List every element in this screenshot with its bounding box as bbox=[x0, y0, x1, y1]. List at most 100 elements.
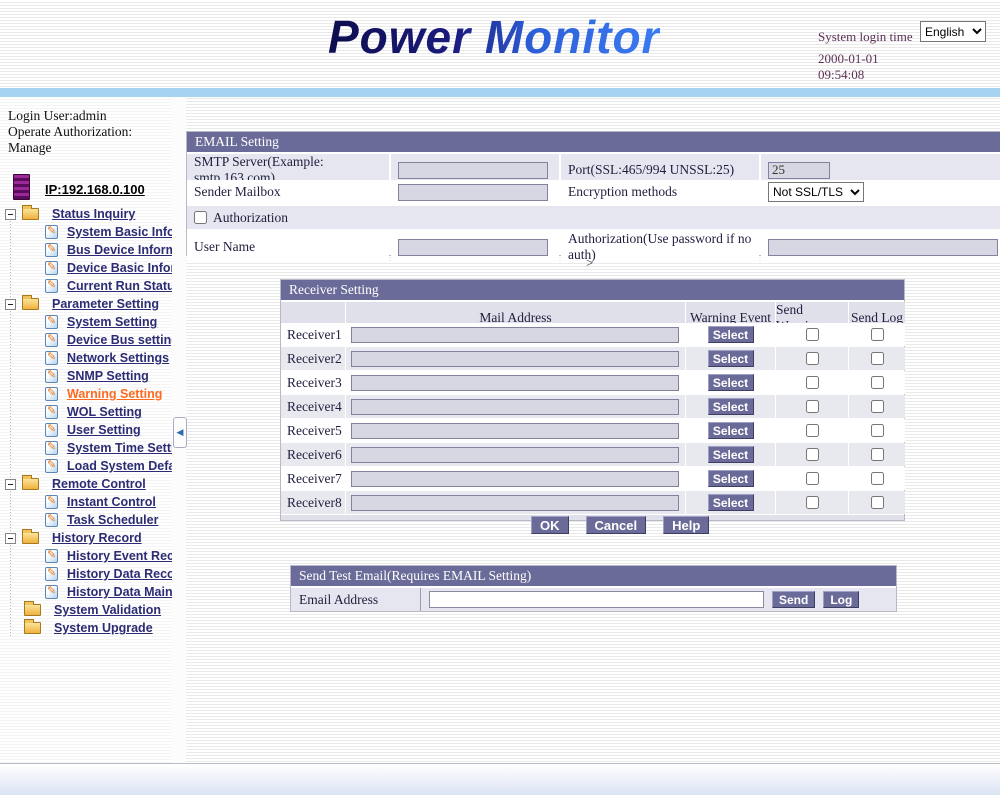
send-button[interactable]: Send bbox=[772, 591, 815, 608]
receiver-3-send-log-checkbox[interactable] bbox=[871, 376, 884, 389]
smtp-server-input[interactable] bbox=[398, 162, 548, 179]
receiver-3-select-button[interactable]: Select bbox=[708, 374, 754, 391]
sidebar-item-current-run-status: Current Run Status bbox=[0, 277, 172, 295]
edit-page-icon bbox=[45, 585, 58, 599]
encryption-select[interactable]: Not SSL/TLS bbox=[768, 182, 864, 202]
operate-authorization-text: Operate Authorization: bbox=[8, 124, 132, 140]
edit-page-icon bbox=[45, 225, 58, 239]
authorization-checkbox[interactable] bbox=[194, 211, 207, 224]
receiver-7-mail-input[interactable] bbox=[351, 471, 679, 487]
receiver-2-select-button[interactable]: Select bbox=[708, 350, 754, 367]
log-button[interactable]: Log bbox=[823, 591, 859, 608]
receiver-7-select-button[interactable]: Select bbox=[708, 470, 754, 487]
tree-link-warning-setting[interactable]: Warning Setting bbox=[67, 387, 162, 401]
sidebar-item-history-data-mainte: History Data Mainte bbox=[0, 583, 172, 601]
receiver-6-send-log-checkbox[interactable] bbox=[871, 448, 884, 461]
tree-link-system-upgrade[interactable]: System Upgrade bbox=[54, 621, 153, 635]
tree-link-device-basic-inform[interactable]: Device Basic Inform bbox=[67, 261, 172, 275]
receiver-5-send-warning-checkbox[interactable] bbox=[806, 424, 819, 437]
tree-link-wol-setting[interactable]: WOL Setting bbox=[67, 405, 142, 419]
receiver-2-mail-input[interactable] bbox=[351, 351, 679, 367]
receiver-5-send-log-checkbox[interactable] bbox=[871, 424, 884, 437]
sender-mailbox-input[interactable] bbox=[398, 184, 548, 201]
sidebar-item-instant-control: Instant Control bbox=[0, 493, 172, 511]
edit-page-icon bbox=[45, 333, 58, 347]
tree-link-parameter-setting[interactable]: Parameter Setting bbox=[52, 297, 159, 311]
sender-row: Sender Mailbox Encryption methods Not SS… bbox=[187, 180, 1000, 204]
sidebar-item-remote-control: Remote Control bbox=[0, 475, 172, 493]
cancel-button[interactable]: Cancel bbox=[586, 516, 647, 534]
folder-icon bbox=[22, 478, 39, 490]
receiver-1-select-button[interactable]: Select bbox=[708, 326, 754, 343]
tree-expander-icon[interactable] bbox=[5, 479, 16, 490]
receiver-2-send-warning-checkbox[interactable] bbox=[806, 352, 819, 365]
tree-link-status-inquiry[interactable]: Status Inquiry bbox=[52, 207, 135, 221]
ip-link[interactable]: IP:192.168.0.100 bbox=[45, 182, 145, 197]
auth-password-input[interactable] bbox=[768, 239, 998, 256]
edit-page-icon bbox=[45, 549, 58, 563]
receiver-3-mail-input[interactable] bbox=[351, 375, 679, 391]
tree-link-history-data-mainte[interactable]: History Data Mainte bbox=[67, 585, 172, 599]
receiver-5-mail-input[interactable] bbox=[351, 423, 679, 439]
tree-link-system-time-setting[interactable]: System Time Setting bbox=[67, 441, 172, 455]
sidebar-collapse-handle[interactable]: ◀ bbox=[173, 417, 187, 448]
receiver-7-send-log-checkbox[interactable] bbox=[871, 472, 884, 485]
tree-link-snmp-setting[interactable]: SNMP Setting bbox=[67, 369, 149, 383]
receiver-6-send-warning-checkbox[interactable] bbox=[806, 448, 819, 461]
receiver-3-send-warning-checkbox[interactable] bbox=[806, 376, 819, 389]
tree-link-device-bus-setting[interactable]: Device Bus setting bbox=[67, 333, 172, 347]
receiver-label-8: Receiver8 bbox=[281, 491, 345, 514]
tree-link-instant-control[interactable]: Instant Control bbox=[67, 495, 156, 509]
tree-link-current-run-status[interactable]: Current Run Status bbox=[67, 279, 172, 293]
test-email-panel: Send Test Email(Requires EMAIL Setting) … bbox=[290, 565, 897, 612]
edit-page-icon bbox=[45, 423, 58, 437]
tree-expander-icon[interactable] bbox=[5, 299, 16, 310]
receiver-2-send-log-checkbox[interactable] bbox=[871, 352, 884, 365]
receiver-7-send-warning-checkbox[interactable] bbox=[806, 472, 819, 485]
tree-link-history-data-record[interactable]: History Data Record bbox=[67, 567, 172, 581]
help-button[interactable]: Help bbox=[663, 516, 709, 534]
language-select[interactable]: English bbox=[920, 21, 986, 42]
tree-expander-icon[interactable] bbox=[5, 209, 16, 220]
receiver-8-mail-input[interactable] bbox=[351, 495, 679, 511]
app-logo: Power Monitor bbox=[328, 10, 660, 64]
receiver-4-send-warning-checkbox[interactable] bbox=[806, 400, 819, 413]
tree-link-user-setting[interactable]: User Setting bbox=[67, 423, 141, 437]
tree-expander-icon[interactable] bbox=[5, 533, 16, 544]
receiver-1-mail-input[interactable] bbox=[351, 327, 679, 343]
receiver-4-mail-input[interactable] bbox=[351, 399, 679, 415]
receiver-label-1: Receiver1 bbox=[281, 323, 345, 346]
tree-link-remote-control[interactable]: Remote Control bbox=[52, 477, 146, 491]
tree-link-system-validation[interactable]: System Validation bbox=[54, 603, 161, 617]
edit-page-icon bbox=[45, 243, 58, 257]
test-email-title: Send Test Email(Requires EMAIL Setting) bbox=[291, 566, 896, 586]
sidebar-item-bus-device-informat: Bus Device Informat bbox=[0, 241, 172, 259]
receiver-1-send-log-checkbox[interactable] bbox=[871, 328, 884, 341]
receiver-4-select-button[interactable]: Select bbox=[708, 398, 754, 415]
receiver-8-select-button[interactable]: Select bbox=[708, 494, 754, 511]
receiver-1-send-warning-checkbox[interactable] bbox=[806, 328, 819, 341]
receiver-8-send-log-checkbox[interactable] bbox=[871, 496, 884, 509]
user-name-input[interactable] bbox=[398, 239, 548, 256]
receiver-6-select-button[interactable]: Select bbox=[708, 446, 754, 463]
sidebar-item-history-data-record: History Data Record bbox=[0, 565, 172, 583]
tree-link-history-event-recor[interactable]: History Event Recor bbox=[67, 549, 172, 563]
tree-link-task-scheduler[interactable]: Task Scheduler bbox=[67, 513, 158, 527]
port-input[interactable] bbox=[768, 162, 830, 179]
tree-link-system-setting[interactable]: System Setting bbox=[67, 315, 157, 329]
tree-link-system-basic-inform[interactable]: System Basic Inform bbox=[67, 225, 172, 239]
tree-link-bus-device-informat[interactable]: Bus Device Informat bbox=[67, 243, 172, 257]
receiver-6-mail-input[interactable] bbox=[351, 447, 679, 463]
receiver-setting-title: Receiver Setting bbox=[281, 280, 904, 300]
receiver-5-select-button[interactable]: Select bbox=[708, 422, 754, 439]
receiver-setting-panel: Receiver Setting Mail Address Warning Ev… bbox=[280, 279, 905, 521]
tree-link-network-settings[interactable]: Network Settings bbox=[67, 351, 169, 365]
receiver-4-send-log-checkbox[interactable] bbox=[871, 400, 884, 413]
sidebar: Login User:admin Operate Authorization: … bbox=[0, 97, 172, 763]
ok-button[interactable]: OK bbox=[531, 516, 569, 534]
receiver-8-send-warning-checkbox[interactable] bbox=[806, 496, 819, 509]
receiver-row-5: Receiver5Select bbox=[281, 419, 904, 442]
tree-link-history-record[interactable]: History Record bbox=[52, 531, 142, 545]
tree-link-load-system-defau[interactable]: Load System Defau bbox=[67, 459, 172, 473]
test-email-input[interactable] bbox=[429, 591, 764, 608]
